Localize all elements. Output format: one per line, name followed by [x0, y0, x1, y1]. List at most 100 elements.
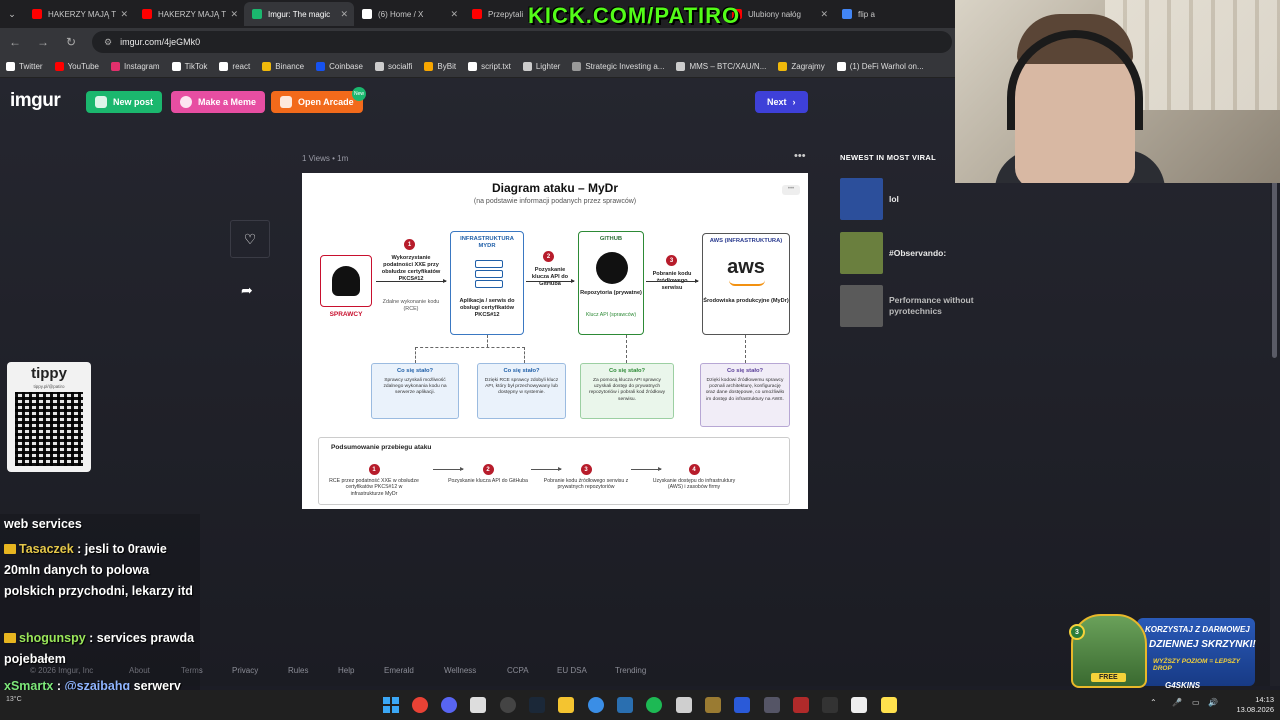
- footer-link-privacy[interactable]: Privacy: [232, 666, 258, 675]
- viral-post-item[interactable]: lol: [840, 178, 1040, 220]
- more-options-icon[interactable]: •••: [794, 150, 806, 162]
- browser-tab[interactable]: HAKERZY MAJĄ T ✕: [134, 2, 244, 26]
- browser-tab-active[interactable]: Imgur: The magic ✕: [244, 2, 354, 26]
- bookmark-icon: [778, 62, 788, 71]
- bookmark-icon: [468, 62, 478, 71]
- bookmark-item[interactable]: Coinbase: [316, 62, 363, 71]
- new-post-button[interactable]: New post: [86, 91, 163, 113]
- footer-link-ccpa[interactable]: CCPA: [507, 666, 529, 675]
- bookmark-item[interactable]: Zagrajmy: [778, 62, 825, 71]
- bookmark-item[interactable]: react: [219, 62, 250, 71]
- close-tab-icon[interactable]: ✕: [450, 9, 458, 20]
- footer-link-emerald[interactable]: Emerald: [384, 666, 414, 675]
- crown-icon: [4, 544, 16, 554]
- imgur-logo[interactable]: imgur: [10, 90, 61, 112]
- bookmark-item[interactable]: TikTok: [171, 62, 207, 71]
- gamepad-icon: [280, 96, 292, 108]
- x-app-icon[interactable]: [734, 697, 750, 713]
- microphone-icon[interactable]: 🎤: [1172, 698, 1182, 707]
- weather-widget[interactable]: 13°C: [6, 696, 22, 703]
- favorite-heart-icon[interactable]: ♡: [230, 220, 270, 258]
- bookmark-item[interactable]: (1) DeFi Warhol on...: [836, 62, 924, 71]
- post-image-diagram[interactable]: Diagram ataku – MyDr (na podstawie infor…: [302, 173, 808, 509]
- notepad-icon[interactable]: [470, 697, 486, 713]
- next-post-button[interactable]: Next ›: [755, 91, 808, 113]
- plus-icon: [95, 96, 107, 108]
- scrollbar-thumb[interactable]: [1272, 168, 1277, 358]
- obs-icon[interactable]: [500, 697, 516, 713]
- url-input[interactable]: ⚙ imgur.com/4jeGMk0: [92, 31, 952, 53]
- nl-icon[interactable]: [822, 697, 838, 713]
- connector: [487, 335, 488, 347]
- imgur-icon: [252, 9, 262, 19]
- tippy-donation-widget: tippy tippy.pl/@patiro: [7, 362, 91, 472]
- bookmark-item[interactable]: script.txt: [468, 62, 511, 71]
- share-arrow-icon[interactable]: ➦: [241, 282, 253, 299]
- bookmark-item[interactable]: Twitter: [6, 62, 43, 71]
- back-icon[interactable]: ←: [8, 35, 22, 49]
- site-info-icon[interactable]: ⚙: [104, 37, 112, 48]
- browser-tab[interactable]: flip a: [834, 2, 884, 26]
- viral-post-item[interactable]: Performance without pyrotechnics: [840, 285, 1040, 327]
- taskbar-clock[interactable]: 14:13 13.08.2026: [1218, 695, 1274, 715]
- bookmark-item[interactable]: MMS – BTC/XAU/N...: [676, 62, 766, 71]
- bookmark-icon: [374, 62, 384, 71]
- make-meme-button[interactable]: Make a Meme: [171, 91, 266, 113]
- spotify-icon[interactable]: [646, 697, 662, 713]
- chat-message: Tasaczek : jesli to 0rawie 20mln danych …: [4, 542, 193, 598]
- close-tab-icon[interactable]: ✕: [120, 9, 128, 20]
- footer-link-eu-dsa[interactable]: EU DSA: [557, 666, 587, 675]
- discord-icon[interactable]: [441, 697, 457, 713]
- footer-link-wellness[interactable]: Wellness: [444, 666, 476, 675]
- step1-sub: Zdalne wykonanie kodu (RCE): [382, 299, 440, 312]
- bookmark-item[interactable]: ByBit: [424, 62, 456, 71]
- open-arcade-button[interactable]: Open Arcade: [271, 91, 363, 113]
- chat-message: shogunspy : services prawda pojebałem: [4, 631, 195, 666]
- screen-icon[interactable]: [764, 697, 780, 713]
- summary-step-4: 4 Uzyskanie dostępu do infrastruktury (AW…: [649, 464, 739, 491]
- vpn-icon[interactable]: [851, 697, 867, 713]
- hacker-icon: [320, 255, 372, 307]
- explanation-box-3: Co się stało? Za pomocą klucza API sprawc…: [580, 363, 674, 419]
- tray-chevron-icon[interactable]: ⌃: [1150, 698, 1157, 707]
- footer-link-trending[interactable]: Trending: [615, 666, 646, 675]
- aws-node: AWS (INFRASTRUKTURA) aws Środowiska prod…: [702, 233, 790, 335]
- footer-link-help[interactable]: Help: [338, 666, 354, 675]
- volume-icon[interactable]: 🔊: [1208, 698, 1218, 707]
- bookmark-item[interactable]: Instagram: [111, 62, 160, 71]
- network-icon[interactable]: [617, 697, 633, 713]
- viral-post-item[interactable]: #Observando:: [840, 232, 1040, 274]
- reload-icon[interactable]: ↻: [64, 35, 78, 49]
- bookmark-item[interactable]: YouTube: [54, 62, 99, 71]
- messenger-icon[interactable]: [676, 697, 692, 713]
- close-tab-icon[interactable]: ✕: [820, 9, 828, 20]
- recorder-icon[interactable]: [793, 697, 809, 713]
- crown-icon: [4, 633, 16, 643]
- chat-username: Tasaczek: [19, 542, 74, 556]
- youtube-icon: [32, 9, 42, 19]
- step-number-3: 3: [580, 464, 592, 475]
- ccleaner-icon[interactable]: [588, 697, 604, 713]
- browser-tab[interactable]: (6) Home / X ✕: [354, 2, 464, 26]
- windows-start-icon[interactable]: [383, 697, 399, 713]
- bookmark-item[interactable]: socialfi: [374, 62, 412, 71]
- tab-search-icon[interactable]: ⌄: [4, 6, 20, 22]
- notes-icon[interactable]: [881, 697, 897, 713]
- bookmark-item[interactable]: Strategic Investing a...: [572, 62, 664, 71]
- bookmark-item[interactable]: Lighter: [522, 62, 560, 71]
- bookmark-item[interactable]: Binance: [262, 62, 304, 71]
- app-icon[interactable]: [705, 697, 721, 713]
- chrome-icon[interactable]: [412, 697, 428, 713]
- close-tab-icon[interactable]: ✕: [340, 9, 348, 20]
- network-tray-icon[interactable]: ▭: [1192, 698, 1200, 707]
- github-node: GITHUB Repozytoria (prywatne) Klucz API …: [578, 231, 644, 335]
- steam-icon[interactable]: [529, 697, 545, 713]
- youtube-icon: [142, 9, 152, 19]
- file-explorer-icon[interactable]: [558, 697, 574, 713]
- browser-tab[interactable]: HAKERZY MAJĄ T ✕: [24, 2, 134, 26]
- browser-tab[interactable]: Ulubiony nałóg ✕: [724, 2, 834, 26]
- forward-icon[interactable]: →: [36, 35, 50, 49]
- image-menu-icon[interactable]: •••: [782, 185, 800, 195]
- footer-link-rules[interactable]: Rules: [288, 666, 308, 675]
- close-tab-icon[interactable]: ✕: [230, 9, 238, 20]
